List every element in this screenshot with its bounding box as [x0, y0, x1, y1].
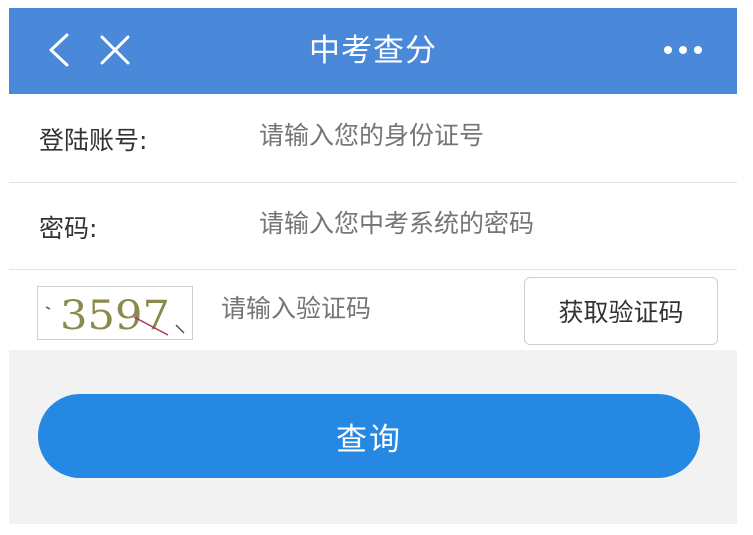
password-row: 密码: [9, 183, 737, 270]
password-label: 密码: [39, 214, 98, 243]
app-frame: 中考查分 登陆账号: 密码: 3597 获取验证码 查询 [9, 8, 737, 524]
account-label: 登陆账号: [39, 126, 148, 155]
more-button[interactable] [661, 30, 705, 70]
account-input[interactable] [259, 121, 699, 150]
password-input[interactable] [259, 209, 699, 238]
captcha-image[interactable]: 3597 [37, 286, 193, 340]
top-bar: 中考查分 [9, 8, 737, 94]
get-code-button[interactable]: 获取验证码 [524, 277, 718, 345]
captcha-row: 3597 获取验证码 [9, 270, 737, 350]
query-button[interactable]: 查询 [38, 394, 700, 478]
captcha-text: 3597 [60, 293, 170, 339]
page-title: 中考查分 [309, 33, 437, 69]
account-row: 登陆账号: [9, 94, 737, 183]
more-icon [664, 46, 702, 54]
captcha-input[interactable] [221, 294, 501, 323]
